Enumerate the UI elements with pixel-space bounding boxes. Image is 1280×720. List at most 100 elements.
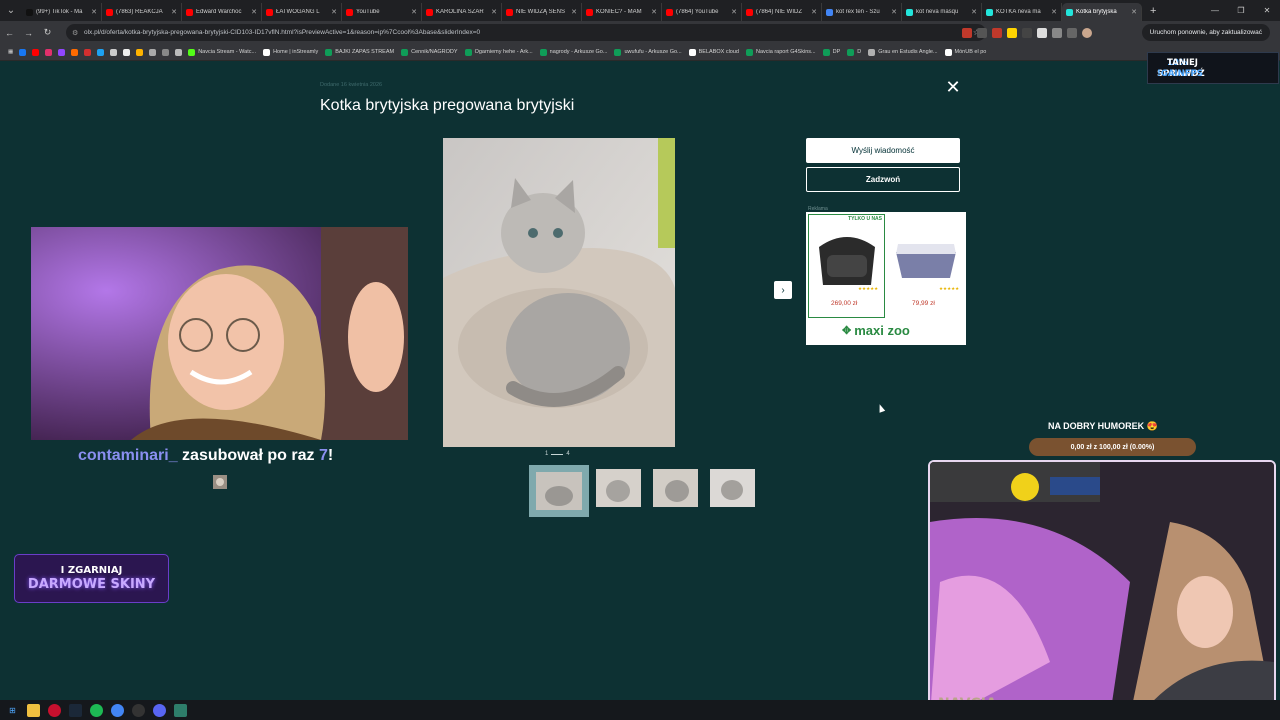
tab-close-icon[interactable]: ✕ <box>411 8 417 16</box>
apps-grid-icon[interactable]: ▦ <box>8 49 13 55</box>
browser-tab[interactable]: YouTube ✕ <box>342 3 422 21</box>
download-bookmark-icon[interactable] <box>149 48 157 56</box>
tab-close-icon[interactable]: ✕ <box>251 8 257 16</box>
file-explorer-icon[interactable] <box>27 703 40 717</box>
browser-tab[interactable]: ŁATWOGANG L ✕ <box>262 3 342 21</box>
send-message-button[interactable]: Wyślij wiadomość <box>806 138 960 163</box>
browser-tab[interactable]: kot rex ten - Szu ✕ <box>822 3 902 21</box>
windows-start-icon[interactable]: ⊞ <box>6 704 19 717</box>
bookmark-item[interactable]: Navcia Stream - Watc... <box>188 48 256 56</box>
thumbnail-1[interactable] <box>529 465 589 517</box>
call-button[interactable]: Zadzwoń <box>806 167 960 192</box>
close-window-icon[interactable]: ✕ <box>1254 0 1280 21</box>
extension-icon[interactable] <box>977 27 987 38</box>
bookmark-icon[interactable] <box>84 48 92 56</box>
next-photo-chevron-icon[interactable]: › <box>774 281 792 299</box>
tab-close-icon[interactable]: ✕ <box>891 8 897 16</box>
profile-avatar-icon[interactable] <box>1082 27 1092 38</box>
tab-close-icon[interactable]: ✕ <box>91 8 97 16</box>
bookmark-icon[interactable] <box>71 48 79 56</box>
bookmark-item[interactable]: Navcia raport G4Skins... <box>745 48 816 56</box>
bookmark-icon[interactable] <box>97 48 105 56</box>
browser-tab[interactable]: Kotka brytyjska ✕ <box>1062 3 1142 21</box>
maximize-icon[interactable]: ❐ <box>1228 0 1254 21</box>
browser-tab[interactable]: KONIEC? - MAM ✕ <box>582 3 662 21</box>
new-tab-plus-icon[interactable]: + <box>1142 5 1164 17</box>
tab-close-icon[interactable]: ✕ <box>1131 8 1137 16</box>
thumbnail-4[interactable] <box>710 469 755 507</box>
app-icon[interactable] <box>174 703 187 717</box>
discord-icon[interactable] <box>153 703 166 717</box>
browser-tab[interactable]: Edward Warchoc ✕ <box>182 3 262 21</box>
reload-icon[interactable]: ↻ <box>38 27 57 38</box>
bookmark-item[interactable]: Cennik/NAGRODY <box>401 48 458 56</box>
tab-close-icon[interactable]: ✕ <box>571 8 577 16</box>
bookmark-item[interactable]: BAJKI ZAPAS STREAM <box>325 48 394 56</box>
bookmark-favicon-icon <box>614 48 622 56</box>
tab-close-icon[interactable]: ✕ <box>1051 8 1057 16</box>
browser-tab[interactable]: KAROLINA SZAR ✕ <box>422 3 502 21</box>
x-bookmark-icon[interactable] <box>110 48 118 56</box>
tab-close-icon[interactable]: ✕ <box>171 8 177 16</box>
extension-icon[interactable] <box>1007 27 1017 38</box>
sidebar-icon[interactable] <box>1067 27 1077 38</box>
opera-icon[interactable] <box>48 703 61 717</box>
bookmark-item[interactable]: Grau en Estudis Angle... <box>868 48 938 56</box>
bookmark-item[interactable]: Home | inStreamly <box>263 48 318 56</box>
browser-tab[interactable]: (7863) REAKCJA ✕ <box>102 3 182 21</box>
obs-icon[interactable] <box>132 703 145 717</box>
youtube-bookmark-icon[interactable] <box>32 48 40 56</box>
facebook-bookmark-icon[interactable] <box>19 48 27 56</box>
site-info-icon[interactable]: ⚙ <box>72 29 78 37</box>
maxi-zoo-ad[interactable]: TYLKO U NAS ★★★★★ 269,00 zł ★★★★★ 79,99 … <box>806 212 966 345</box>
extension-icon[interactable] <box>962 27 972 38</box>
url-bar[interactable]: ⚙ olx.pl/d/oferta/kotka-brytyjska-pregow… <box>66 24 986 41</box>
instagram-bookmark-icon[interactable] <box>45 48 53 56</box>
browser-tab[interactable]: kot neva masqu ✕ <box>902 3 982 21</box>
bookmark-item[interactable]: Ogarniemy hehe - Ark... <box>464 48 533 56</box>
tab-title: kot rex ten - Szu <box>836 9 880 15</box>
tab-close-icon[interactable]: ✕ <box>811 8 817 16</box>
steam-icon[interactable] <box>69 703 82 717</box>
extension-icon[interactable] <box>992 27 1002 38</box>
tab-close-icon[interactable]: ✕ <box>331 8 337 16</box>
bookmark-icon[interactable] <box>162 48 170 56</box>
twitch-bookmark-icon[interactable] <box>58 48 66 56</box>
bookmark-icon[interactable] <box>136 48 144 56</box>
main-photo[interactable] <box>443 138 675 447</box>
bookmark-favicon-icon <box>464 48 472 56</box>
bookmark-icon[interactable] <box>175 48 183 56</box>
thumbnail-3[interactable] <box>653 469 698 507</box>
browser-tab[interactable]: (99+) TikTok - Ma ✕ <box>22 3 102 21</box>
browser-tab[interactable]: KOTKA neva ma ✕ <box>982 3 1062 21</box>
bookmark-item[interactable]: BELABOX cloud <box>688 48 739 56</box>
spotify-icon[interactable] <box>90 703 103 717</box>
extension-icon[interactable] <box>1022 27 1032 38</box>
bookmark-item[interactable]: uwufufu - Arkusze Go... <box>614 48 682 56</box>
puzzle-extensions-icon[interactable] <box>1052 27 1062 38</box>
tiktok-bookmark-icon[interactable] <box>123 48 131 56</box>
tab-close-icon[interactable]: ✕ <box>651 8 657 16</box>
bookmark-item[interactable]: DP <box>822 48 840 56</box>
tab-search-chevron-icon[interactable]: ⌄ <box>0 0 22 21</box>
minimize-icon[interactable]: — <box>1202 0 1228 21</box>
tab-title: KONIEC? - MAM <box>596 9 642 15</box>
tab-close-icon[interactable]: ✕ <box>731 8 737 16</box>
back-arrow-icon[interactable]: ← <box>0 28 19 38</box>
forward-arrow-icon[interactable]: → <box>19 28 38 38</box>
bookmark-item[interactable]: MónUB el po <box>944 48 986 56</box>
browser-tab[interactable]: (7864) NIE WIDZ ✕ <box>742 3 822 21</box>
tab-favicon-icon <box>1066 8 1073 16</box>
extension-icon[interactable] <box>1037 27 1047 38</box>
bookmark-item[interactable]: nagrody - Arkusze Go... <box>539 48 607 56</box>
tab-close-icon[interactable]: ✕ <box>971 8 977 16</box>
thumbnail-2[interactable] <box>596 469 641 507</box>
browser-tab[interactable]: (7864) YouTube ✕ <box>662 3 742 21</box>
tab-close-icon[interactable]: ✕ <box>491 8 497 16</box>
relaunch-update-button[interactable]: Uruchom ponownie, aby zaktualizować <box>1141 24 1270 41</box>
chrome-icon[interactable] <box>111 703 124 717</box>
tab-favicon-icon <box>426 8 433 16</box>
browser-tab[interactable]: NIE WIDZĄ SENS ✕ <box>502 3 582 21</box>
close-gallery-icon[interactable]: ✕ <box>944 78 962 96</box>
bookmark-item[interactable]: D <box>847 48 861 56</box>
